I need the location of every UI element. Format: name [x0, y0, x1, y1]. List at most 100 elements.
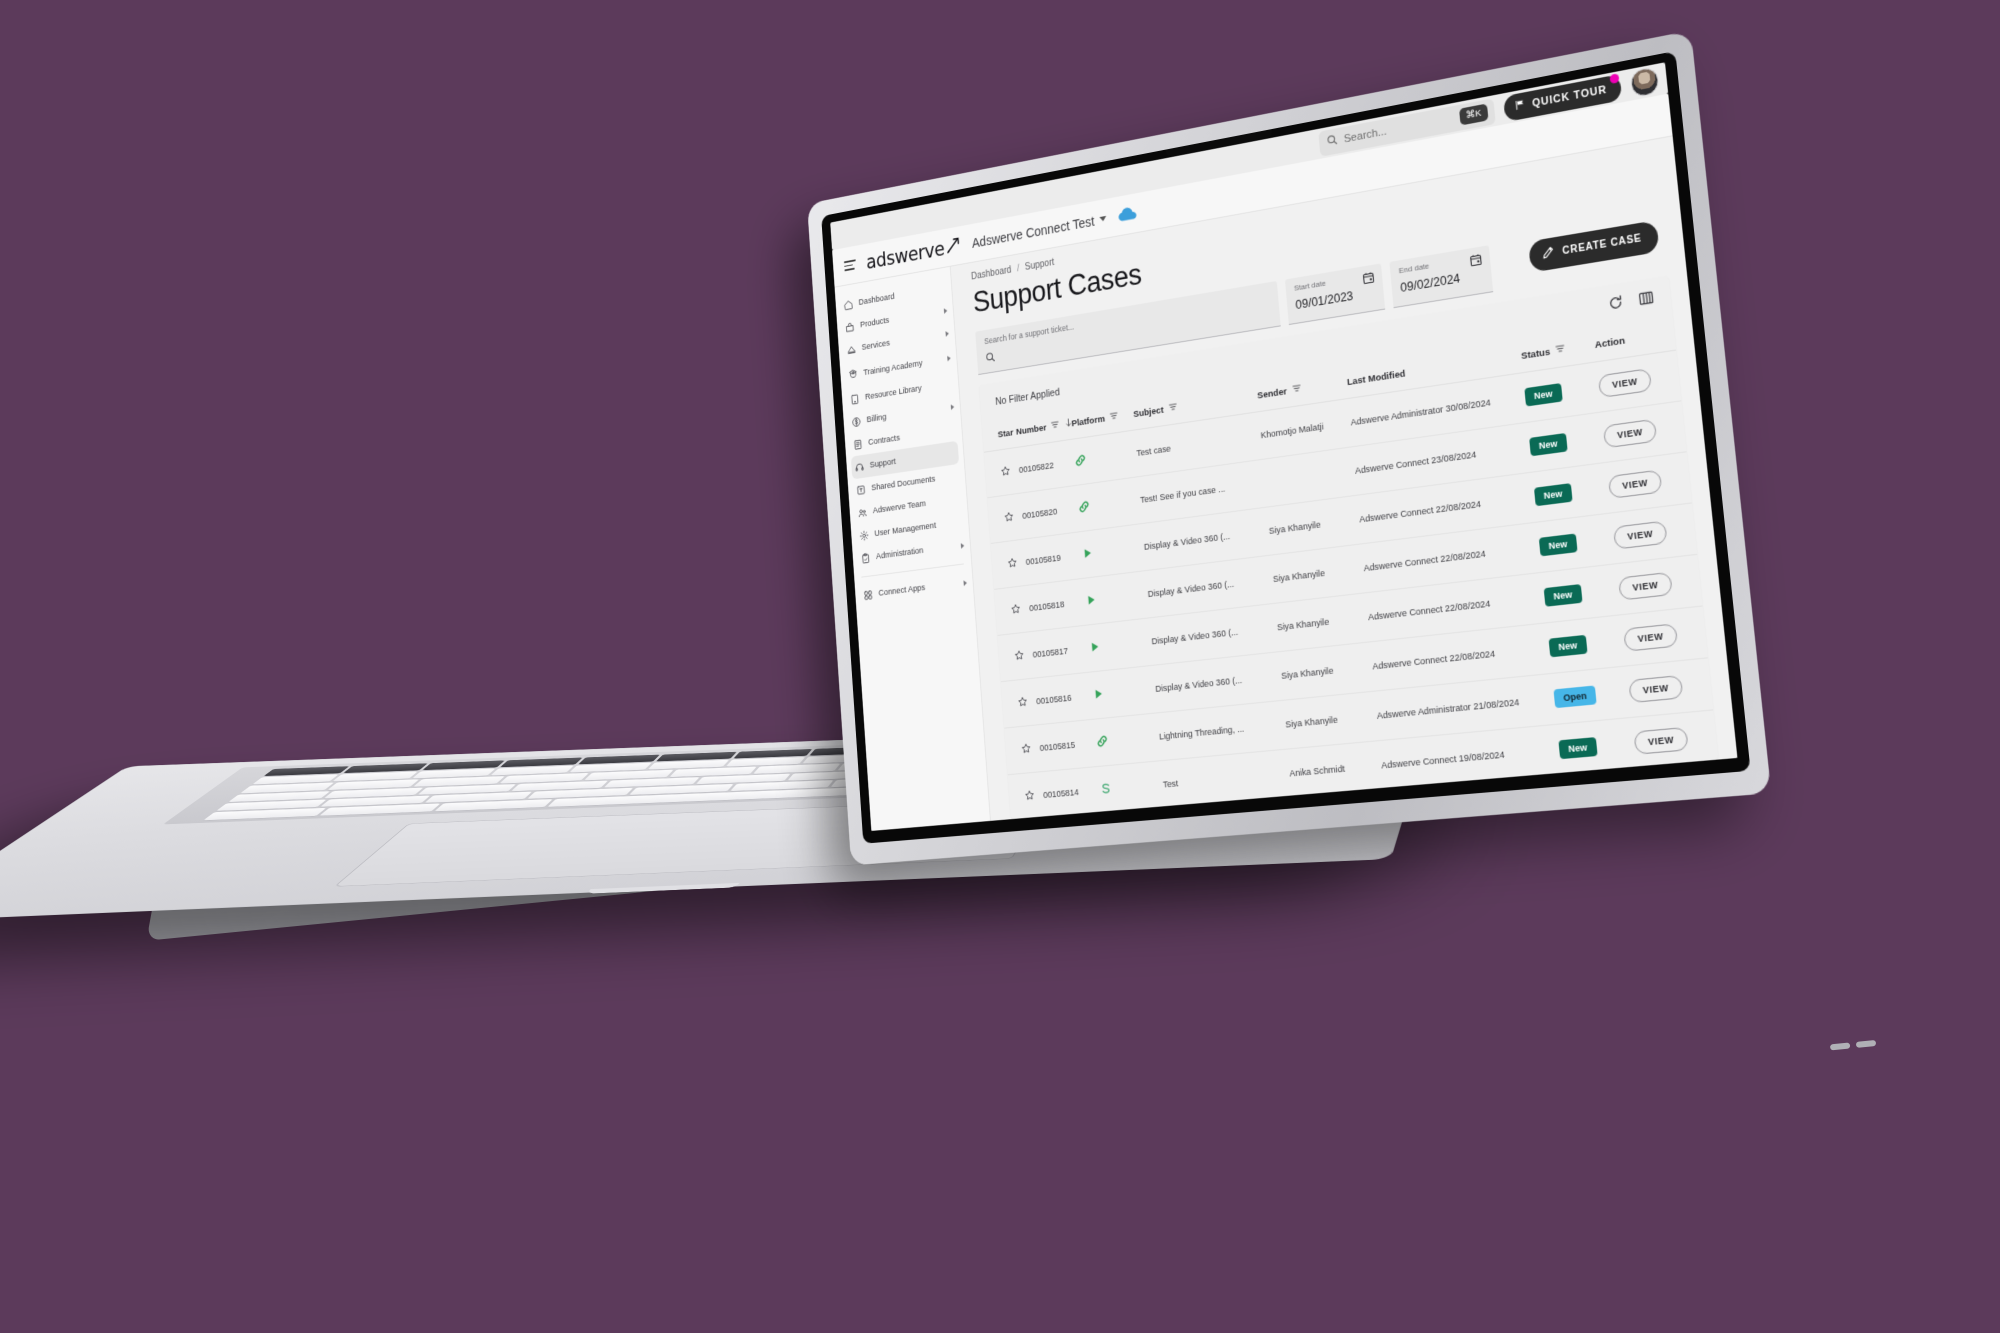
star-cell[interactable]	[1000, 678, 1038, 729]
filter-icon[interactable]	[1050, 419, 1060, 434]
status-badge: New	[1558, 737, 1598, 760]
status-cell: New	[1556, 717, 1638, 776]
grid-apps-icon	[863, 589, 873, 601]
star-icon[interactable]	[1000, 469, 1011, 480]
contract-icon	[853, 438, 863, 450]
column-header-label: Star	[997, 427, 1014, 440]
refresh-icon[interactable]	[1607, 294, 1624, 317]
sidebar-item-label: Training Academy	[863, 357, 923, 377]
case-number-cell: 00105816	[1034, 672, 1095, 725]
star-cell[interactable]	[997, 631, 1035, 682]
status-cell: New	[1527, 411, 1607, 473]
star-icon[interactable]	[1011, 607, 1022, 618]
case-number-cell: 00105820	[1020, 485, 1080, 540]
platform-cell	[1087, 617, 1154, 672]
quick-tour-label: QUICK TOUR	[1531, 83, 1608, 110]
status-cell: New	[1547, 614, 1627, 674]
star-cell[interactable]	[984, 447, 1021, 498]
column-header-star[interactable]: Star	[981, 417, 1018, 453]
start-date-value: 09/01/2023	[1294, 288, 1354, 313]
view-button[interactable]: VIEW	[1607, 469, 1663, 499]
star-icon[interactable]	[1004, 514, 1015, 525]
column-header-label: Action	[1594, 334, 1626, 351]
platform-cell	[1098, 760, 1165, 814]
platform-cell	[1083, 570, 1150, 626]
star-icon[interactable]	[1024, 793, 1035, 803]
play-icon	[1089, 642, 1102, 656]
columns-icon[interactable]	[1638, 289, 1655, 312]
column-header-label: Number	[1015, 422, 1047, 438]
filter-icon[interactable]	[1167, 401, 1178, 416]
action-cell: VIEW	[1621, 605, 1708, 666]
case-number-cell: 00105817	[1031, 625, 1091, 679]
star-icon[interactable]	[1007, 560, 1018, 571]
column-header-status[interactable]: Status	[1519, 328, 1597, 373]
column-header-action[interactable]: Action	[1593, 316, 1677, 362]
home-icon	[843, 298, 853, 310]
case-number-cell: 00105818	[1027, 578, 1088, 632]
star-cell[interactable]	[990, 539, 1028, 590]
view-button[interactable]: VIEW	[1628, 674, 1684, 704]
status-badge: New	[1529, 433, 1568, 457]
chevron-right-icon	[945, 330, 950, 337]
view-button[interactable]: VIEW	[1612, 520, 1668, 550]
filter-icon[interactable]	[1109, 410, 1120, 425]
star-cell[interactable]	[1004, 724, 1042, 775]
platform-cell	[1090, 665, 1158, 720]
filter-icon[interactable]	[1291, 382, 1302, 397]
analytics-icon	[1100, 787, 1113, 798]
people-icon	[857, 506, 867, 518]
pencil-icon	[1542, 245, 1555, 262]
view-button[interactable]: VIEW	[1602, 418, 1658, 449]
status-cell: New	[1537, 512, 1617, 573]
create-case-button[interactable]: CREATE CASE	[1528, 220, 1660, 273]
sender-cell: Siya Khanyile	[1266, 495, 1362, 556]
star-cell[interactable]	[987, 493, 1025, 544]
view-button[interactable]: VIEW	[1618, 571, 1673, 601]
play-icon	[1085, 595, 1098, 609]
view-button[interactable]: VIEW	[1633, 726, 1689, 755]
last-modified-cell: Adswerve Administrator 30/08/2024	[1348, 372, 1528, 447]
platform-cell	[1079, 523, 1146, 579]
star-icon[interactable]	[1014, 653, 1025, 664]
case-number-cell: 00105822	[1017, 439, 1077, 494]
keyboard-shortcut-badge: ⌘K	[1459, 103, 1489, 126]
link-icon	[1096, 740, 1109, 751]
star-icon[interactable]	[1017, 699, 1028, 710]
calendar-icon[interactable]	[1362, 271, 1376, 291]
quick-tour-button[interactable]: QUICK TOUR	[1502, 72, 1623, 122]
subject-cell: Test	[1161, 749, 1292, 809]
calendar-icon[interactable]	[1469, 253, 1483, 273]
column-header-label: Sender	[1256, 385, 1288, 402]
case-number-cell: 00105819	[1024, 531, 1084, 586]
end-date-field[interactable]: End date 09/02/2024	[1389, 245, 1494, 309]
action-cell: VIEW	[1606, 451, 1692, 513]
status-badge: New	[1548, 634, 1588, 658]
view-button[interactable]: VIEW	[1597, 368, 1653, 399]
star-cell[interactable]	[994, 585, 1032, 636]
sender-cell: Siya Khanyile	[1270, 543, 1366, 604]
avatar[interactable]	[1629, 65, 1660, 99]
end-date-value: 09/02/2024	[1399, 271, 1461, 295]
academy-icon	[848, 368, 858, 380]
action-cell: VIEW	[1632, 709, 1719, 770]
status-cell: New	[1522, 361, 1602, 423]
case-number-cell: 00105815	[1037, 719, 1099, 772]
column-header-label: Platform	[1071, 413, 1106, 429]
os-search-placeholder: Search...	[1343, 125, 1388, 145]
sidebar-item-label: Administration	[875, 545, 924, 562]
cloud-icon	[1117, 206, 1138, 224]
star-icon[interactable]	[1021, 746, 1032, 757]
chevron-right-icon	[950, 403, 955, 410]
view-button[interactable]: VIEW	[1623, 623, 1679, 652]
hamburger-menu-icon[interactable]	[843, 259, 856, 272]
document-icon	[856, 484, 866, 496]
flag-icon	[1514, 98, 1526, 114]
play-icon	[1082, 548, 1095, 563]
star-cell[interactable]	[1007, 771, 1046, 822]
platform-cell	[1094, 712, 1162, 767]
sidebar-nav-list: Dashboard Products Services Training Academ…	[835, 275, 971, 571]
start-date-field[interactable]: Start date 09/01/2023	[1284, 263, 1386, 326]
filter-icon[interactable]	[1554, 342, 1566, 358]
last-modified-cell: Adswerve Connect 22/08/2024	[1357, 472, 1538, 544]
